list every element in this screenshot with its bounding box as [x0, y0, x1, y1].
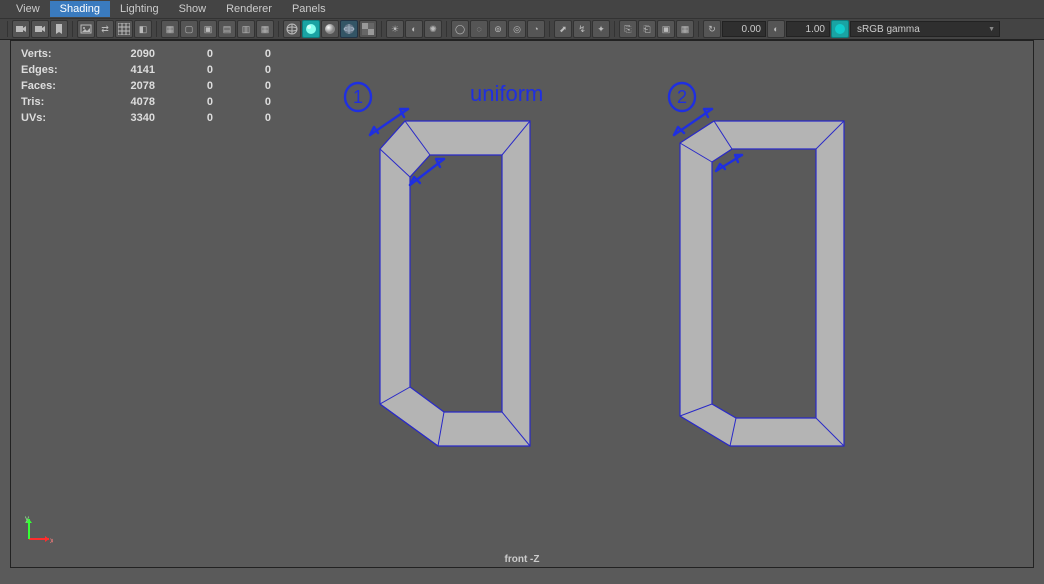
import-icon[interactable]: ⎗ — [638, 20, 656, 38]
textured-icon[interactable] — [359, 20, 377, 38]
xray-joints-icon[interactable]: ⊚ — [489, 20, 507, 38]
sun-icon[interactable]: ✺ — [424, 20, 442, 38]
viewport[interactable]: Verts:209000 Edges:414100 Faces:207800 T… — [10, 40, 1034, 568]
wireframe-icon[interactable] — [283, 20, 301, 38]
use-default-material-icon[interactable] — [321, 20, 339, 38]
svg-text:1: 1 — [353, 87, 363, 107]
depth-icon[interactable]: ◔ — [527, 20, 545, 38]
svg-text:y: y — [25, 515, 29, 523]
export-icon[interactable]: ⎘ — [619, 20, 637, 38]
smooth-shade-icon[interactable] — [302, 20, 320, 38]
view-label: front -Z — [505, 554, 540, 565]
mesh-frame-nonuniform — [680, 121, 844, 446]
svg-text:x: x — [50, 536, 53, 545]
menu-view[interactable]: View — [6, 1, 50, 17]
grid-icon[interactable] — [115, 20, 133, 38]
menu-renderer[interactable]: Renderer — [216, 1, 282, 17]
gate-mask-icon[interactable]: ▣ — [199, 20, 217, 38]
film-gate-icon[interactable]: ◧ — [134, 20, 152, 38]
gamma-field[interactable]: 1.00 — [786, 21, 830, 37]
render-icon[interactable]: ▣ — [657, 20, 675, 38]
viewport-canvas: 1 uniform 2 — [11, 41, 1033, 567]
grid-toggle-icon[interactable]: ▦ — [161, 20, 179, 38]
viewport-menubar: View Shading Lighting Show Renderer Pane… — [0, 0, 1044, 18]
transparent-icon[interactable]: ◎ — [508, 20, 526, 38]
svg-text:2: 2 — [677, 87, 687, 107]
screen-space-ao-icon[interactable]: ⬈ — [554, 20, 572, 38]
motion-blur-icon[interactable]: ↯ — [573, 20, 591, 38]
svg-text:uniform: uniform — [470, 81, 543, 106]
menu-lighting[interactable]: Lighting — [110, 1, 169, 17]
colorspace-dropdown[interactable]: sRGB gamma — [850, 21, 1000, 37]
camera-icon[interactable] — [31, 20, 49, 38]
shadows-icon[interactable]: ◐ — [405, 20, 423, 38]
use-all-lights-icon[interactable]: ☀ — [386, 20, 404, 38]
viewport-toolbar: ⇄ ◧ ▦ ▢ ▣ ▤ ▥ ▦ ☀ ◐ ✺ ◯ ◌ ⊚ ◎ ◔ ⬈ ↯ ✦ ⎘ … — [0, 18, 1044, 40]
field-chart-icon[interactable]: ▤ — [218, 20, 236, 38]
safe-title-icon[interactable]: ▦ — [256, 20, 274, 38]
gamma-reset-icon[interactable]: ◐ — [767, 20, 785, 38]
exposure-field[interactable]: 0.00 — [722, 21, 766, 37]
xray-icon[interactable]: ◌ — [470, 20, 488, 38]
wireframe-on-shaded-icon[interactable] — [340, 20, 358, 38]
axis-gizmo: x y — [23, 515, 53, 545]
bookmark-icon[interactable] — [50, 20, 68, 38]
menu-shading[interactable]: Shading — [50, 1, 110, 17]
menu-show[interactable]: Show — [169, 1, 217, 17]
select-camera-icon[interactable] — [12, 20, 30, 38]
image-plane-icon[interactable] — [77, 20, 95, 38]
safe-action-icon[interactable]: ▥ — [237, 20, 255, 38]
multisample-icon[interactable]: ✦ — [592, 20, 610, 38]
exposure-reset-icon[interactable]: ↻ — [703, 20, 721, 38]
isolate-icon[interactable]: ◯ — [451, 20, 469, 38]
resolution-gate-icon[interactable]: ▢ — [180, 20, 198, 38]
ipr-icon[interactable]: ▦ — [676, 20, 694, 38]
mesh-frame-uniform — [380, 121, 530, 446]
two-sided-icon[interactable]: ⇄ — [96, 20, 114, 38]
menu-panels[interactable]: Panels — [282, 1, 336, 17]
color-management-icon[interactable] — [831, 20, 849, 38]
